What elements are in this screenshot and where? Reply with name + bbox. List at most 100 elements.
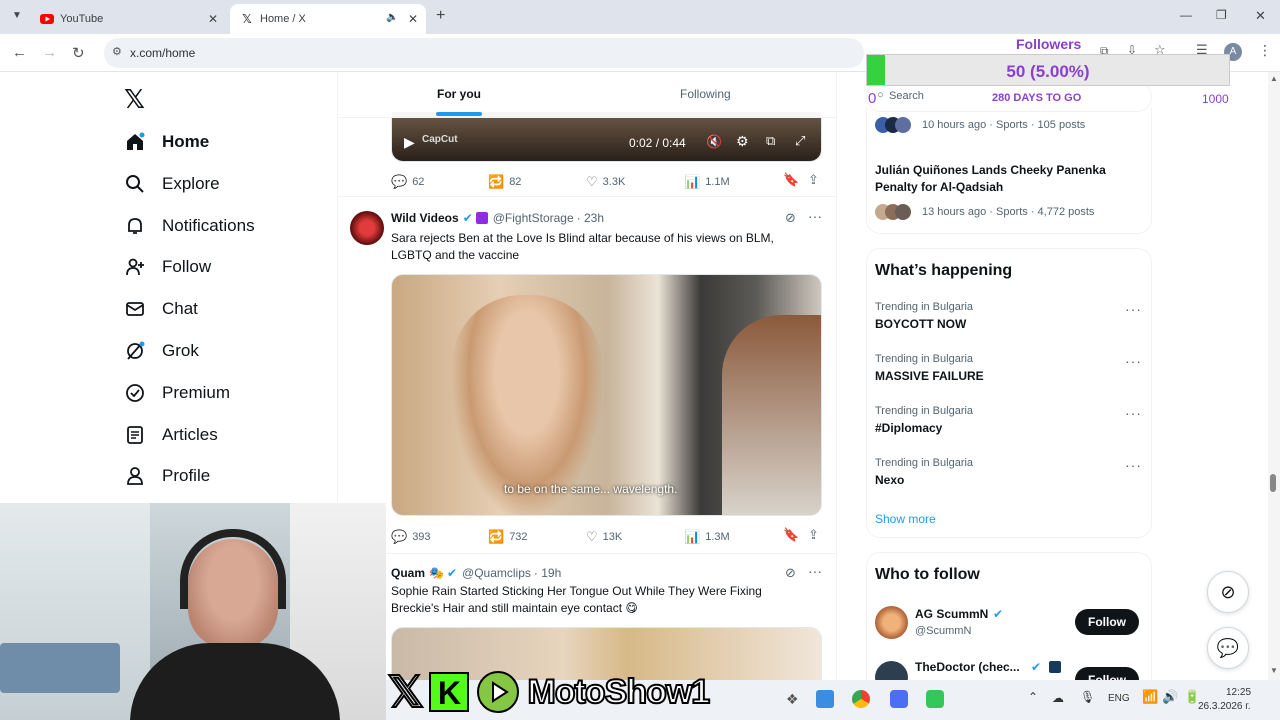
- minimize-icon[interactable]: —: [1180, 8, 1192, 22]
- nav-label: Grok: [162, 341, 199, 360]
- like-button[interactable]: ♡ 3.3K: [586, 174, 625, 190]
- nav-label: Explore: [162, 174, 220, 193]
- author-handle[interactable]: @FightStorage: [493, 211, 574, 225]
- maximize-icon[interactable]: ❐: [1216, 8, 1227, 22]
- bookmark-icon[interactable]: 🔖: [783, 527, 799, 543]
- x-logo-icon[interactable]: 𝕏: [124, 84, 145, 115]
- tweet-time[interactable]: · 23h: [577, 211, 604, 225]
- follow-button[interactable]: Follow: [1075, 609, 1139, 635]
- scroll-up-icon[interactable]: ▲: [1270, 74, 1278, 83]
- close-tab-icon[interactable]: ✕: [208, 12, 218, 26]
- mic-icon[interactable]: 🎙: [1080, 690, 1095, 704]
- app-icon[interactable]: [816, 690, 834, 708]
- grok-float-button[interactable]: ⊘: [1207, 571, 1249, 613]
- nav-grok[interactable]: Grok: [124, 333, 199, 369]
- tab-home-x[interactable]: 𝕏 Home / X 🔈 ✕: [230, 4, 426, 34]
- nav-follow[interactable]: Follow: [124, 249, 211, 285]
- video-player[interactable]: ▶ CapCut 0:02 / 0:44 🔇 ⚙ ⧉ ⤢: [391, 112, 822, 162]
- tab-list-chevron-icon[interactable]: ▼: [12, 10, 22, 21]
- back-icon[interactable]: ←: [12, 44, 27, 61]
- trend-item[interactable]: Trending in Bulgaria BOYCOTT NOW ···: [875, 301, 1145, 341]
- app-icon[interactable]: [926, 690, 944, 708]
- grok-icon[interactable]: ⊘: [785, 565, 796, 581]
- trend-item[interactable]: Trending in Bulgaria #Diplomacy ···: [875, 405, 1145, 445]
- more-icon[interactable]: ···: [1125, 301, 1142, 317]
- views-button[interactable]: 📊 1.1M: [684, 174, 730, 190]
- menu-icon[interactable]: ⋮: [1258, 42, 1272, 59]
- follow-suggestion[interactable]: AG ScummN ✔ @ScummN Follow: [875, 605, 1147, 641]
- tab-following[interactable]: Following: [680, 87, 731, 101]
- news-item[interactable]: Julián Quiñones Lands Cheeky Panenka Pen…: [875, 162, 1145, 222]
- bookmark-icon[interactable]: 🔖: [783, 172, 799, 188]
- dropbox-icon[interactable]: ❖: [786, 691, 799, 708]
- show-more-link[interactable]: Show more: [875, 512, 936, 526]
- forward-icon[interactable]: →: [42, 44, 57, 61]
- new-tab-icon[interactable]: +: [436, 7, 445, 25]
- trend-item[interactable]: Trending in Bulgaria MASSIVE FAILURE ···: [875, 353, 1145, 393]
- messages-float-button[interactable]: 💬: [1207, 627, 1249, 669]
- nav-home[interactable]: Home: [124, 124, 209, 160]
- more-icon[interactable]: ···: [1125, 405, 1142, 421]
- settings-icon[interactable]: ⚙: [736, 133, 749, 150]
- app-icon[interactable]: [890, 690, 908, 708]
- share-icon[interactable]: ⇪: [808, 527, 819, 543]
- tab-youtube[interactable]: YouTube ✕: [30, 4, 226, 34]
- reload-icon[interactable]: ↻: [72, 44, 85, 62]
- speaker-icon[interactable]: 🔈: [386, 12, 398, 23]
- onedrive-icon[interactable]: ☁: [1052, 691, 1064, 705]
- clock-time[interactable]: 12:25: [1226, 687, 1251, 698]
- repost-button[interactable]: 🔁 82: [488, 174, 521, 190]
- tray-overflow-icon[interactable]: ⌃: [1028, 690, 1038, 704]
- scroll-down-icon[interactable]: ▼: [1270, 666, 1278, 675]
- reply-button[interactable]: 💬 393: [391, 529, 431, 545]
- more-icon[interactable]: ···: [808, 563, 822, 579]
- grok-icon[interactable]: ⊘: [785, 210, 796, 226]
- active-tab-indicator: [436, 112, 482, 116]
- scrollbar-thumb[interactable]: [1270, 474, 1276, 492]
- reply-button[interactable]: 💬 62: [391, 174, 424, 190]
- more-icon[interactable]: ···: [1125, 353, 1142, 369]
- like-button[interactable]: ♡ 13K: [586, 529, 622, 545]
- author-name[interactable]: Quam: [391, 566, 425, 580]
- nav-explore[interactable]: Explore: [124, 166, 220, 202]
- author-handle[interactable]: @Quamclips: [462, 566, 531, 580]
- more-icon[interactable]: ···: [1125, 457, 1142, 473]
- author-name[interactable]: Wild Videos: [391, 211, 459, 225]
- video-time: 0:02 / 0:44: [629, 136, 686, 150]
- trend-item[interactable]: Trending in Bulgaria Nexo ···: [875, 457, 1145, 497]
- pip-icon[interactable]: ⧉: [766, 133, 775, 149]
- site-info-icon[interactable]: ⚙: [112, 45, 122, 58]
- avatar[interactable]: [350, 211, 384, 245]
- chat-bubble-icon: 💬: [1216, 638, 1240, 658]
- trend-name: #Diplomacy: [875, 421, 943, 435]
- video-player[interactable]: to be on the same... wavelength.: [391, 274, 822, 516]
- fullscreen-icon[interactable]: ⤢: [795, 133, 805, 149]
- share-icon[interactable]: ⇪: [808, 172, 819, 188]
- mute-icon[interactable]: 🔇: [706, 134, 722, 150]
- play-icon[interactable]: ▶: [404, 134, 415, 151]
- chrome-icon[interactable]: [852, 690, 870, 708]
- volume-icon[interactable]: 🔊: [1162, 689, 1178, 705]
- nav-profile[interactable]: Profile: [124, 458, 210, 494]
- webcam-background: [0, 643, 120, 693]
- nav-chat[interactable]: Chat: [124, 291, 198, 327]
- news-item[interactable]: 10 hours ago · Sports · 105 posts: [875, 116, 1145, 136]
- scrollbar[interactable]: ▲ ▼: [1268, 72, 1280, 680]
- nav-articles[interactable]: Articles: [124, 417, 218, 453]
- close-tab-icon[interactable]: ✕: [408, 12, 418, 26]
- more-icon[interactable]: ···: [808, 208, 822, 224]
- trend-meta: Trending in Bulgaria: [875, 301, 974, 313]
- language-indicator[interactable]: ENG: [1108, 693, 1130, 704]
- close-window-icon[interactable]: ✕: [1255, 8, 1266, 24]
- url-field[interactable]: ⚙ x.com/home: [104, 38, 864, 68]
- repost-button[interactable]: 🔁 732: [488, 529, 528, 545]
- views-button[interactable]: 📊 1.3M: [684, 529, 730, 545]
- clock-date[interactable]: 26.3.2026 г.: [1198, 701, 1250, 712]
- nav-notifications[interactable]: Notifications: [124, 208, 255, 244]
- tab-for-you[interactable]: For you: [437, 87, 481, 101]
- wifi-icon[interactable]: 📶: [1142, 689, 1158, 705]
- tweet-time[interactable]: · 19h: [534, 566, 561, 580]
- nav-premium[interactable]: Premium: [124, 375, 230, 411]
- follower-progress-bar: 50 (5.00%): [866, 54, 1230, 86]
- divider: [338, 196, 836, 197]
